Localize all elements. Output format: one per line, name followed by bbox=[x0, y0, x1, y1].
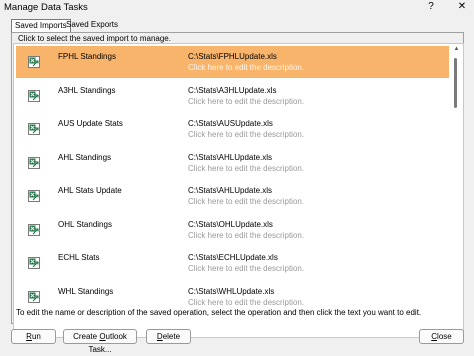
excel-import-icon bbox=[28, 290, 40, 303]
import-description[interactable]: Click here to edit the description. bbox=[188, 231, 304, 240]
import-description[interactable]: Click here to edit the description. bbox=[188, 298, 304, 307]
import-file-path: C:\Stats\WHLUpdate.xls bbox=[188, 286, 275, 296]
import-name[interactable]: WHL Standings bbox=[58, 287, 113, 296]
excel-import-icon bbox=[28, 156, 40, 169]
excel-import-icon bbox=[28, 56, 40, 68]
title-bar: Manage Data Tasks ? ✕ bbox=[0, 0, 474, 15]
import-name[interactable]: AUS Update Stats bbox=[58, 119, 123, 128]
scroll-thumb[interactable] bbox=[454, 58, 457, 108]
vertical-scrollbar[interactable]: ▲ bbox=[451, 44, 462, 337]
import-name[interactable]: A3HL Standings bbox=[58, 86, 116, 95]
import-name[interactable]: FPHL Standings bbox=[58, 52, 116, 61]
import-file-path: C:\Stats\ECHLUpdate.xls bbox=[188, 253, 278, 262]
import-file-path: C:\Stats\AHLUpdate.xls bbox=[188, 186, 273, 195]
saved-import-row[interactable]: AHL Stats Update C:\Stats\AHLUpdate.xls Cl… bbox=[16, 180, 449, 212]
outlook-button-label-pre: Create bbox=[73, 332, 100, 341]
excel-import-icon bbox=[28, 257, 40, 269]
import-description[interactable]: Click here to edit the description. bbox=[188, 164, 304, 173]
run-button-label-post: un bbox=[31, 332, 41, 341]
footer-hint: To edit the name or description of the s… bbox=[16, 308, 422, 317]
import-description[interactable]: Click here to edit the description. bbox=[188, 264, 304, 273]
window-close-button[interactable]: ✕ bbox=[456, 1, 468, 14]
excel-import-icon bbox=[28, 190, 40, 202]
import-file-path: C:\Stats\AUSUpdate.xls bbox=[188, 119, 273, 128]
import-name[interactable]: ECHL Stats bbox=[58, 253, 100, 262]
close-button[interactable]: Close bbox=[419, 329, 464, 344]
scroll-up-arrow-icon[interactable]: ▲ bbox=[453, 46, 460, 52]
saved-import-row[interactable]: ECHL Stats C:\Stats\ECHLUpdate.xls Click h… bbox=[16, 247, 449, 279]
create-outlook-task-button[interactable]: Create Outlook Task... bbox=[63, 329, 137, 354]
import-description[interactable]: Click here to edit the description. bbox=[188, 97, 304, 106]
tab-saved-imports[interactable]: Saved Imports bbox=[11, 19, 71, 32]
import-description[interactable]: Click here to edit the description. bbox=[188, 197, 304, 206]
saved-imports-panel: Click to select the saved import to mana… bbox=[11, 32, 464, 338]
tab-saved-exports[interactable]: Saved Exports bbox=[63, 19, 121, 31]
help-button[interactable]: ? bbox=[425, 1, 437, 14]
import-file-path: C:\Stats\A3HLUpdate.xls bbox=[188, 85, 277, 95]
import-file-path: C:\Stats\AHLUpdate.xls bbox=[188, 152, 273, 162]
run-button[interactable]: Run bbox=[11, 329, 56, 344]
saved-import-row[interactable]: OHL Standings C:\Stats\OHLUpdate.xls Click… bbox=[16, 214, 449, 246]
excel-import-icon bbox=[28, 123, 40, 135]
import-description[interactable]: Click here to edit the description. bbox=[188, 63, 304, 72]
import-file-path: C:\Stats\FPHLUpdate.xls bbox=[188, 52, 277, 61]
excel-import-icon bbox=[28, 223, 40, 236]
delete-button[interactable]: Delete bbox=[146, 329, 191, 344]
saved-import-row[interactable]: A3HL Standings C:\Stats\A3HLUpdate.xls Cli… bbox=[16, 80, 449, 112]
import-description[interactable]: Click here to edit the description. bbox=[188, 130, 304, 139]
saved-import-row[interactable]: AHL Standings C:\Stats\AHLUpdate.xls Click… bbox=[16, 147, 449, 179]
saved-import-row[interactable]: FPHL Standings C:\Stats\FPHLUpdate.xls Cli… bbox=[16, 46, 449, 78]
import-name[interactable]: AHL Standings bbox=[58, 153, 111, 162]
excel-import-icon bbox=[28, 89, 40, 102]
delete-button-label-post: elete bbox=[162, 332, 181, 341]
import-name[interactable]: AHL Stats Update bbox=[58, 186, 122, 195]
import-name[interactable]: OHL Standings bbox=[58, 220, 112, 229]
saved-import-row[interactable]: AUS Update Stats C:\Stats\AUSUpdate.xls Cl… bbox=[16, 113, 449, 145]
saved-imports-list[interactable]: WHL Standings C:\Stats\WHLUpdate.xls Click… bbox=[13, 43, 464, 338]
instruction-text: Click to select the saved import to mana… bbox=[18, 34, 171, 43]
import-file-path: C:\Stats\OHLUpdate.xls bbox=[188, 219, 273, 229]
close-button-label-post: lose bbox=[437, 332, 452, 341]
window-title: Manage Data Tasks bbox=[4, 2, 88, 13]
